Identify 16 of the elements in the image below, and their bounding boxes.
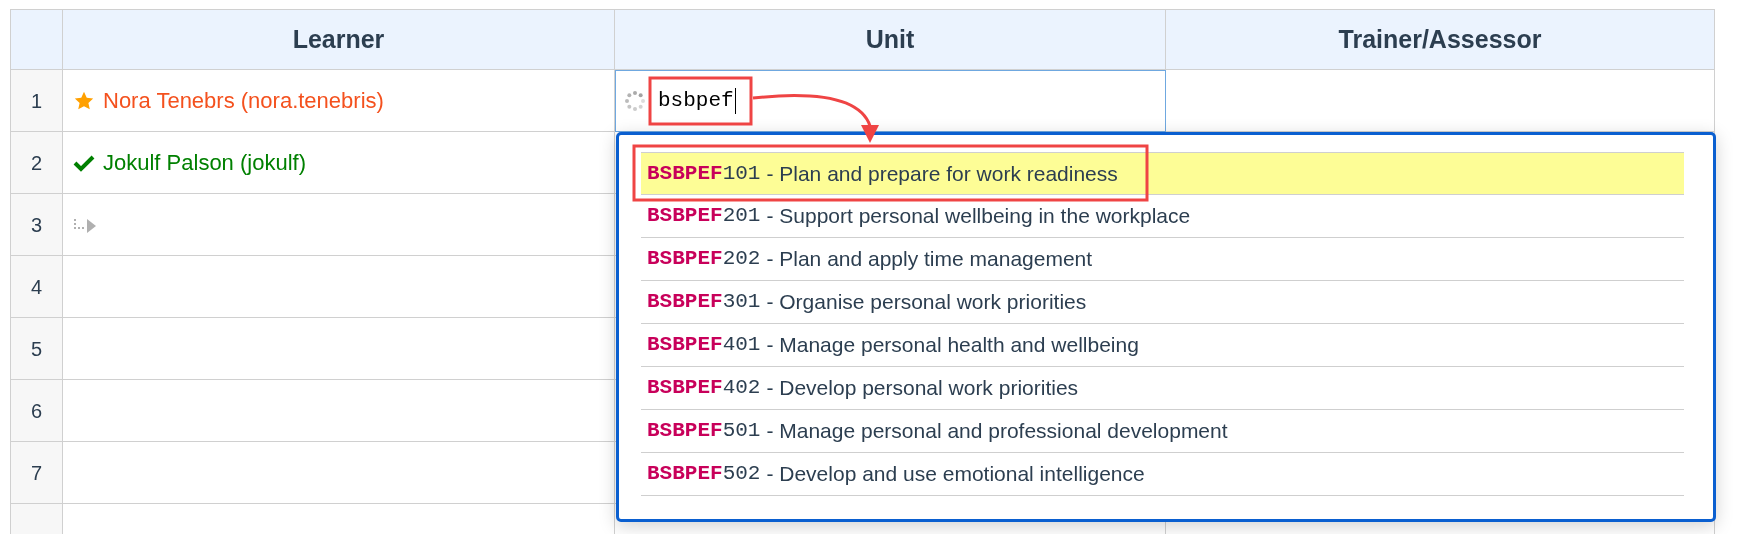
row-number: 7 (11, 442, 63, 504)
row-number: 4 (11, 256, 63, 318)
learner-name: Nora Tenebrs (nora.tenebris) (103, 87, 384, 115)
row-number: 6 (11, 380, 63, 442)
column-header: Unit (615, 10, 1166, 70)
column-header: Learner (63, 10, 615, 70)
column-header: Trainer/Assessor (1166, 10, 1715, 70)
dotted-arrow-icon (73, 216, 97, 233)
suggestion-option[interactable]: BSBPEF101 - Plan and prepare for work readiness (641, 152, 1684, 195)
row-number: 3 (11, 194, 63, 256)
row-number: 5 (11, 318, 63, 380)
learner-name: Jokulf Palson (jokulf) (103, 149, 306, 177)
input-field[interactable]: bsbpef (654, 84, 740, 118)
row-number: 1 (11, 70, 63, 132)
check-icon (73, 153, 95, 172)
row-number: 2 (11, 132, 63, 194)
